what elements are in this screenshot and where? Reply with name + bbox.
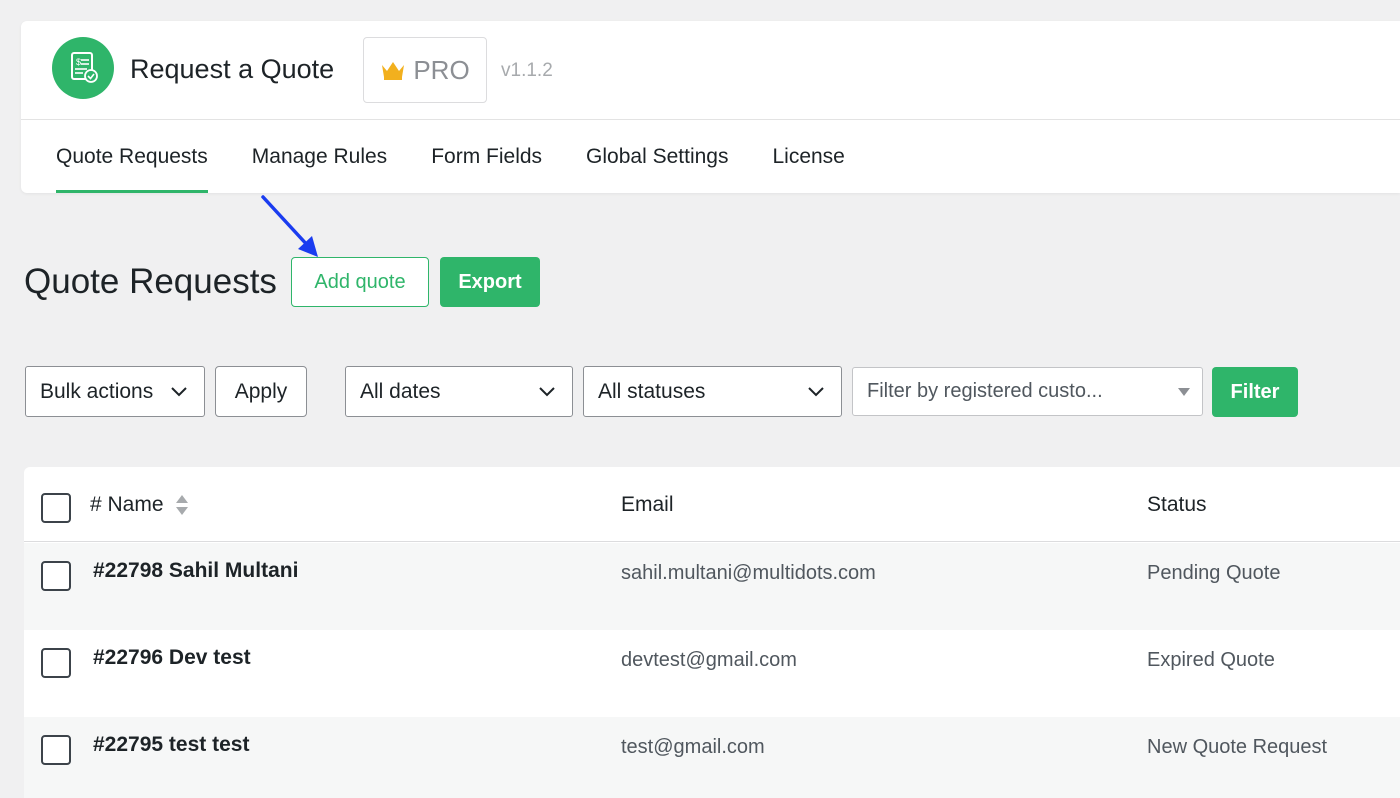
table-row[interactable]: #22795 test test test@gmail.com New Quot… (24, 717, 1400, 798)
row-name-link[interactable]: #22795 test test (93, 733, 249, 757)
dates-value: All dates (360, 379, 441, 403)
row-checkbox[interactable] (41, 735, 71, 765)
main-nav: Quote Requests Manage Rules Form Fields … (56, 121, 889, 193)
tab-global-settings[interactable]: Global Settings (586, 121, 728, 193)
page-title: Quote Requests (24, 262, 277, 301)
customer-filter-select[interactable]: Filter by registered custo... (852, 367, 1203, 416)
sort-arrows-icon[interactable] (175, 493, 189, 517)
arrow-annotation-icon (261, 195, 318, 257)
row-name-link[interactable]: #22798 Sahil Multani (93, 559, 298, 583)
row-checkbox[interactable] (41, 648, 71, 678)
row-checkbox[interactable] (41, 561, 71, 591)
export-button[interactable]: Export (440, 257, 540, 307)
customer-filter-placeholder: Filter by registered custo... (867, 380, 1103, 402)
crown-icon (382, 62, 405, 80)
column-header-name[interactable]: # Name (90, 493, 189, 517)
app-title: Request a Quote (130, 54, 335, 84)
table-row[interactable]: #22796 Dev test devtest@gmail.com Expire… (24, 630, 1400, 717)
brand-row: $ Request a Quote PRO v1.1.2 (21, 21, 1400, 120)
version-label: v1.1.2 (501, 60, 553, 81)
tab-quote-requests[interactable]: Quote Requests (56, 121, 208, 193)
column-header-email: Email (621, 493, 674, 516)
pro-badge[interactable]: PRO (363, 37, 487, 103)
tab-license[interactable]: License (772, 121, 844, 193)
tab-form-fields[interactable]: Form Fields (431, 121, 542, 193)
row-name-link[interactable]: #22796 Dev test (93, 646, 251, 670)
pro-badge-label: PRO (413, 54, 470, 85)
row-status: Pending Quote (1147, 562, 1281, 584)
table-row[interactable]: #22798 Sahil Multani sahil.multani@multi… (24, 543, 1400, 630)
column-header-status: Status (1147, 493, 1207, 516)
row-email: devtest@gmail.com (621, 649, 797, 671)
row-email: sahil.multani@multidots.com (621, 562, 876, 584)
dates-select[interactable]: All dates (345, 366, 573, 417)
quote-document-icon: $ (52, 37, 114, 99)
svg-text:$: $ (76, 57, 81, 67)
add-quote-button[interactable]: Add quote (291, 257, 429, 307)
statuses-value: All statuses (598, 379, 706, 403)
filter-button[interactable]: Filter (1212, 367, 1298, 417)
bulk-actions-select[interactable]: Bulk actions (25, 366, 205, 417)
chevron-down-icon (539, 387, 555, 397)
quote-requests-table: # Name Email Status #22798 Sahil Multani… (24, 467, 1400, 798)
select-all-checkbox[interactable] (41, 493, 71, 523)
statuses-select[interactable]: All statuses (583, 366, 842, 417)
row-status: New Quote Request (1147, 736, 1328, 758)
tab-manage-rules[interactable]: Manage Rules (252, 121, 387, 193)
bulk-actions-value: Bulk actions (40, 379, 154, 403)
column-header-name-label: # Name (90, 493, 164, 516)
row-status: Expired Quote (1147, 649, 1275, 671)
chevron-down-icon (171, 387, 187, 397)
chevron-down-icon (808, 387, 824, 397)
plugin-header: $ Request a Quote PRO v1.1.2 Quote Reque… (21, 21, 1400, 193)
apply-button[interactable]: Apply (215, 366, 307, 417)
dropdown-triangle-icon (1178, 388, 1190, 396)
row-email: test@gmail.com (621, 736, 765, 758)
table-header: # Name Email Status (24, 467, 1400, 542)
